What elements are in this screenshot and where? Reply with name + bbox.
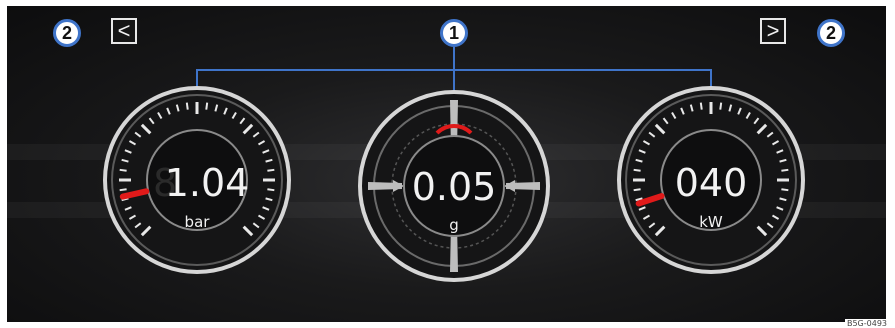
gauge-tick: [719, 102, 723, 110]
next-page-button[interactable]: >: [760, 18, 786, 44]
callout-2-right: 2: [817, 19, 845, 47]
gauge-tick: [119, 188, 127, 192]
gauge-tick: [119, 168, 127, 172]
gauge-layer: 8 1.04 bar 0.05 g 040 kW: [103, 47, 805, 282]
previous-page-button[interactable]: <: [111, 18, 137, 44]
boost-value: 1.04: [165, 161, 250, 205]
gauge-tick: [267, 188, 275, 192]
power-unit: kW: [699, 213, 723, 231]
callout-1: 1: [440, 19, 468, 47]
boost-gauge: 8 1.04 bar: [103, 86, 291, 274]
gauge-tick: [781, 188, 789, 192]
gforce-unit: g: [449, 216, 459, 234]
gforce-gauge: 0.05 g: [358, 90, 550, 282]
gauge-tick: [267, 168, 275, 172]
callout-2-left: 2: [53, 19, 81, 47]
gauge-tick: [781, 168, 789, 172]
callout-bracket: [196, 47, 712, 94]
gauge-tick: [699, 102, 703, 110]
gauge-tick: [633, 188, 641, 192]
gforce-value: 0.05: [412, 165, 497, 209]
power-value: 040: [675, 161, 748, 205]
boost-unit: bar: [185, 213, 211, 231]
image-reference: B5G-0493: [844, 319, 889, 328]
power-gauge: 040 kW: [617, 86, 805, 274]
gauge-tick: [633, 168, 641, 172]
gauge-tick: [185, 102, 189, 110]
gauge-tick: [205, 102, 209, 110]
